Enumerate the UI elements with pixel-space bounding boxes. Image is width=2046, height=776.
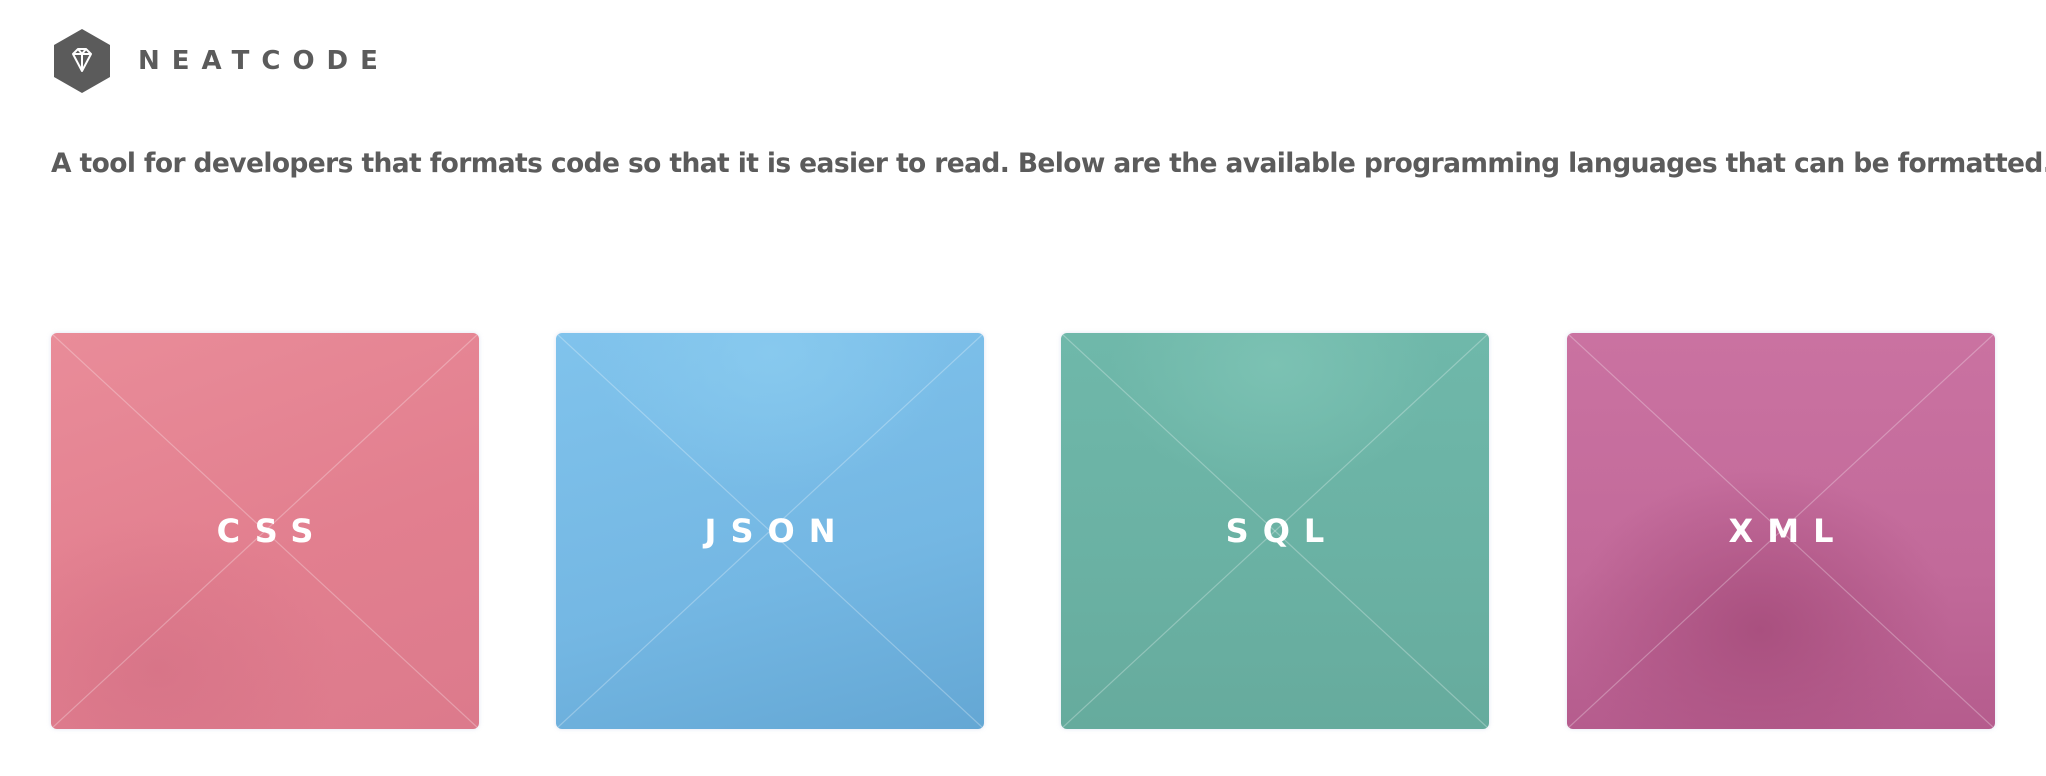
css-card[interactable]: CSS — [51, 333, 479, 729]
json-card[interactable]: JSON — [556, 333, 984, 729]
language-cards: CSS JSON SQL XML — [51, 333, 1995, 729]
xml-card[interactable]: XML — [1567, 333, 1995, 729]
xml-card-label: XML — [1728, 512, 1848, 550]
tagline: A tool for developers that formats code … — [51, 148, 2046, 179]
css-card-label: CSS — [216, 512, 328, 550]
diamond-hexagon-icon[interactable] — [52, 28, 112, 94]
sql-card[interactable]: SQL — [1061, 333, 1489, 729]
sql-card-label: SQL — [1225, 512, 1339, 550]
brand-name[interactable]: NEATCODE — [138, 28, 390, 94]
json-card-label: JSON — [704, 512, 850, 550]
header: NEATCODE — [52, 28, 390, 94]
